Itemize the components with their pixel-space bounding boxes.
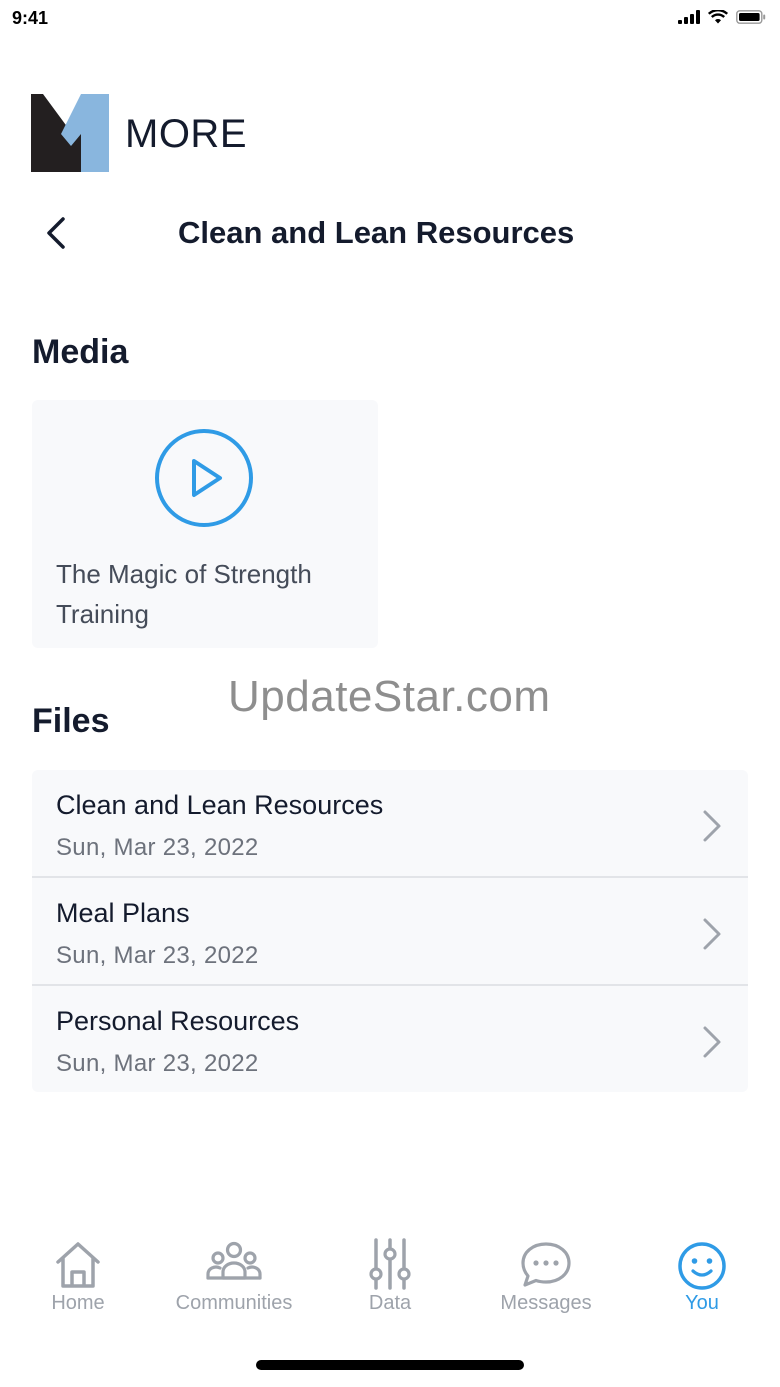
media-title: The Magic of Strength Training <box>56 559 312 629</box>
more-logo-icon <box>31 94 109 172</box>
tab-label: Communities <box>175 1292 293 1314</box>
watermark: UpdateStar.com <box>228 672 551 721</box>
nav-header: Clean and Lean Resources <box>0 205 780 261</box>
signal-icon <box>678 10 700 24</box>
tab-you[interactable]: You <box>624 1228 780 1328</box>
file-name: Personal Resources <box>56 1006 300 1036</box>
file-name: Clean and Lean Resources <box>56 790 384 820</box>
chevron-right-icon <box>703 1026 721 1058</box>
chevron-left-icon <box>47 217 65 249</box>
tab-label: Messages <box>500 1292 592 1314</box>
status-bar: 9:41 <box>0 0 780 40</box>
brand-name: MORE <box>125 111 247 156</box>
wifi-icon <box>708 10 728 24</box>
play-circle-icon <box>155 429 253 527</box>
file-date: Sun, Mar 23, 2022 <box>56 942 259 969</box>
tab-messages[interactable]: Messages <box>468 1228 624 1328</box>
tab-home[interactable]: Home <box>0 1228 156 1328</box>
files-section-title: Files <box>32 702 110 740</box>
back-button[interactable] <box>36 213 76 253</box>
status-time: 9:41 <box>12 8 49 28</box>
tab-bar: Home Communities Data Messages You <box>0 1228 780 1328</box>
file-row[interactable]: Clean and Lean Resources Sun, Mar 23, 20… <box>32 770 748 878</box>
tab-communities[interactable]: Communities <box>156 1228 312 1328</box>
sliders-icon <box>369 1238 411 1290</box>
home-icon <box>56 1242 100 1288</box>
tab-label: Home <box>51 1292 105 1314</box>
communities-icon <box>206 1241 262 1280</box>
files-list: Clean and Lean Resources Sun, Mar 23, 20… <box>32 770 748 1092</box>
chevron-right-icon <box>703 918 721 950</box>
battery-icon <box>736 10 766 24</box>
tab-data[interactable]: Data <box>312 1228 468 1328</box>
message-bubble-icon <box>521 1242 571 1287</box>
file-row[interactable]: Meal Plans Sun, Mar 23, 2022 <box>32 878 748 986</box>
tab-label: You <box>685 1292 719 1314</box>
tab-label: Data <box>368 1292 412 1314</box>
home-indicator <box>256 1360 524 1370</box>
status-icons <box>678 10 766 24</box>
media-section-title: Media <box>32 333 129 371</box>
file-date: Sun, Mar 23, 2022 <box>56 1050 259 1077</box>
file-date: Sun, Mar 23, 2022 <box>56 834 259 861</box>
file-row[interactable]: Personal Resources Sun, Mar 23, 2022 <box>32 986 748 1092</box>
file-name: Meal Plans <box>56 898 190 928</box>
brand-logo: MORE <box>31 94 247 174</box>
smiley-icon <box>678 1242 726 1290</box>
page-title: Clean and Lean Resources <box>178 215 575 250</box>
chevron-right-icon <box>703 810 721 842</box>
media-card[interactable]: The Magic of Strength Training <box>32 400 378 648</box>
